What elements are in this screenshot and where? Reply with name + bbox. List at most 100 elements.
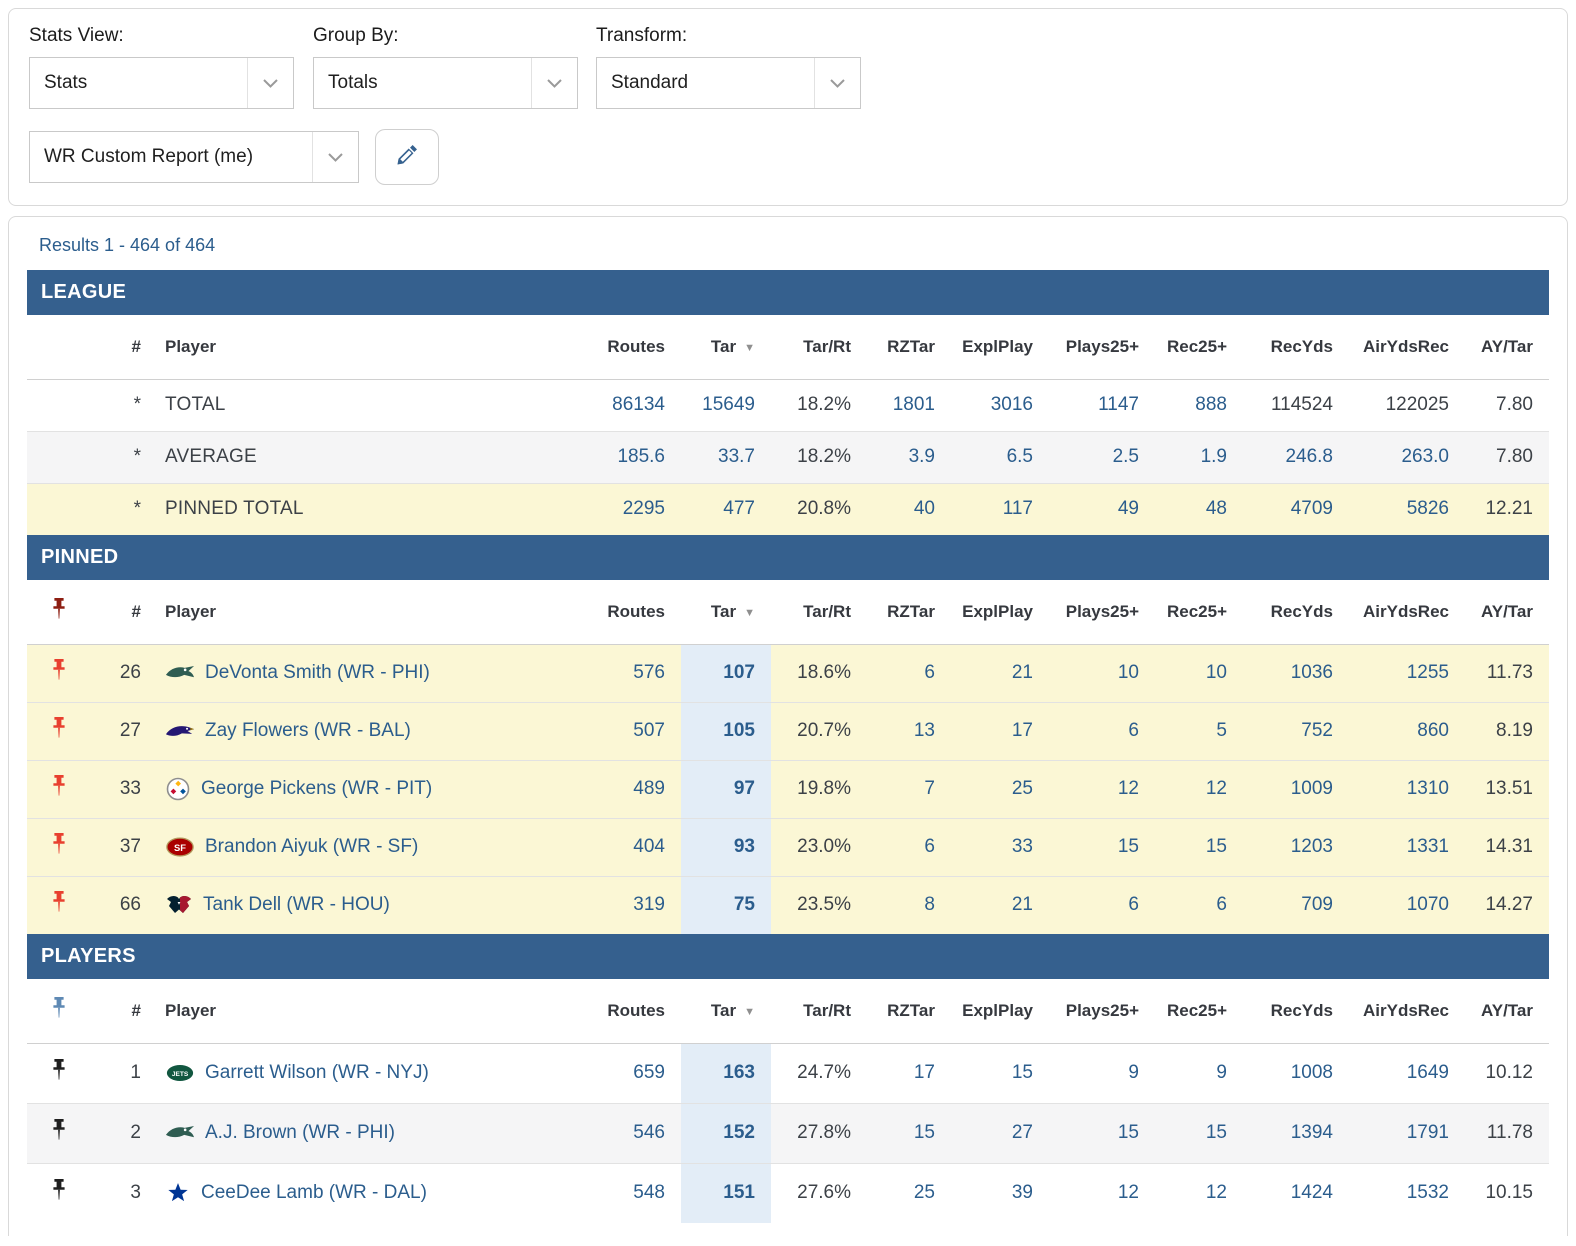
player-link[interactable]: Zay Flowers (WR - BAL) <box>205 720 411 741</box>
stat-value-link[interactable]: 15 <box>1118 836 1139 857</box>
stat-value-link[interactable]: 2295 <box>623 498 665 519</box>
stat-value-link[interactable]: 163 <box>723 1062 755 1083</box>
stat-column-header[interactable]: Rec25+ <box>1155 580 1243 644</box>
stat-value-link[interactable]: 4709 <box>1291 498 1333 519</box>
stat-value-link[interactable]: 15649 <box>702 394 755 415</box>
stat-value-link[interactable]: 12 <box>1118 778 1139 799</box>
stat-value-link[interactable]: 1394 <box>1291 1122 1333 1143</box>
stat-value-link[interactable]: 1036 <box>1291 662 1333 683</box>
stat-column-header[interactable]: Plays25+ <box>1049 580 1155 644</box>
stat-column-header[interactable]: RZTar <box>867 315 951 379</box>
report-select[interactable]: WR Custom Report (me) <box>29 131 359 183</box>
stat-value-link[interactable]: 93 <box>734 836 755 857</box>
stat-value-link[interactable]: 10 <box>1118 662 1139 683</box>
player-link[interactable]: George Pickens (WR - PIT) <box>201 778 432 799</box>
player-link[interactable]: Tank Dell (WR - HOU) <box>203 894 390 915</box>
stat-column-header[interactable]: Plays25+ <box>1049 979 1155 1043</box>
stat-value-link[interactable]: 17 <box>1012 720 1033 741</box>
stat-value-link[interactable]: 48 <box>1206 498 1227 519</box>
stat-column-header[interactable]: RecYds <box>1243 580 1349 644</box>
stat-value-link[interactable]: 1331 <box>1407 836 1449 857</box>
stat-column-header[interactable]: RecYds <box>1243 315 1349 379</box>
stat-column-header[interactable]: AirYdsRec <box>1349 979 1465 1043</box>
stat-value-link[interactable]: 1255 <box>1407 662 1449 683</box>
stat-value-link[interactable]: 263.0 <box>1401 446 1449 467</box>
stat-value-link[interactable]: 15 <box>1206 836 1227 857</box>
stat-value-link[interactable]: 1310 <box>1407 778 1449 799</box>
player-column-header[interactable]: Player <box>149 580 581 644</box>
stat-column-header[interactable]: Rec25+ <box>1155 315 1243 379</box>
player-link[interactable]: CeeDee Lamb (WR - DAL) <box>201 1182 427 1203</box>
stat-column-header[interactable]: Tar▼ <box>681 315 771 379</box>
stats-view-select[interactable]: Stats <box>29 57 294 109</box>
stat-value-link[interactable]: 21 <box>1012 662 1033 683</box>
stat-value-link[interactable]: 27 <box>1012 1122 1033 1143</box>
rank-column-header[interactable]: # <box>91 580 149 644</box>
stat-value-link[interactable]: 10 <box>1206 662 1227 683</box>
stat-value-link[interactable]: 3.9 <box>909 446 935 467</box>
pin-icon[interactable] <box>51 717 67 739</box>
stat-column-header[interactable]: AirYdsRec <box>1349 580 1465 644</box>
stat-value-link[interactable]: 6.5 <box>1007 446 1033 467</box>
stat-value-link[interactable]: 1008 <box>1291 1062 1333 1083</box>
stat-column-header[interactable]: RZTar <box>867 979 951 1043</box>
stat-value-link[interactable]: 6 <box>924 662 935 683</box>
stat-column-header[interactable]: ExplPlay <box>951 580 1049 644</box>
stat-value-link[interactable]: 2.5 <box>1113 446 1139 467</box>
player-column-header[interactable]: Player <box>149 315 581 379</box>
stat-value-link[interactable]: 8 <box>924 894 935 915</box>
stat-value-link[interactable]: 246.8 <box>1285 446 1333 467</box>
stat-value-link[interactable]: 21 <box>1012 894 1033 915</box>
stat-value-link[interactable]: 709 <box>1301 894 1333 915</box>
transform-select[interactable]: Standard <box>596 57 861 109</box>
stat-column-header[interactable]: Plays25+ <box>1049 315 1155 379</box>
stat-value-link[interactable]: 117 <box>1003 498 1033 519</box>
stat-value-link[interactable]: 546 <box>633 1122 665 1143</box>
stat-column-header[interactable]: RecYds <box>1243 979 1349 1043</box>
stat-value-link[interactable]: 1791 <box>1407 1122 1449 1143</box>
stat-column-header[interactable]: Tar/Rt <box>771 315 867 379</box>
pin-column-header[interactable] <box>27 580 91 644</box>
stat-value-link[interactable]: 1203 <box>1291 836 1333 857</box>
stat-value-link[interactable]: 1070 <box>1407 894 1449 915</box>
stat-value-link[interactable]: 5 <box>1216 720 1227 741</box>
stat-value-link[interactable]: 40 <box>914 498 935 519</box>
stat-value-link[interactable]: 888 <box>1195 394 1227 415</box>
stat-value-link[interactable]: 105 <box>723 720 755 741</box>
stat-value-link[interactable]: 1801 <box>893 394 935 415</box>
rank-column-header[interactable]: # <box>91 315 149 379</box>
stat-value-link[interactable]: 860 <box>1417 720 1449 741</box>
stat-value-link[interactable]: 548 <box>633 1182 665 1203</box>
stat-value-link[interactable]: 39 <box>1012 1182 1033 1203</box>
stat-value-link[interactable]: 15 <box>1118 1122 1139 1143</box>
stat-value-link[interactable]: 5826 <box>1407 498 1449 519</box>
stat-value-link[interactable]: 477 <box>723 498 755 519</box>
stat-value-link[interactable]: 33 <box>1012 836 1033 857</box>
stat-value-link[interactable]: 1649 <box>1407 1062 1449 1083</box>
player-link[interactable]: Brandon Aiyuk (WR - SF) <box>205 836 418 857</box>
stat-value-link[interactable]: 12 <box>1206 1182 1227 1203</box>
stat-column-header[interactable]: AirYdsRec <box>1349 315 1465 379</box>
stat-value-link[interactable]: 15 <box>1206 1122 1227 1143</box>
stat-value-link[interactable]: 9 <box>1128 1062 1139 1083</box>
stat-value-link[interactable]: 25 <box>914 1182 935 1203</box>
pin-icon[interactable] <box>51 833 67 855</box>
stat-value-link[interactable]: 1.9 <box>1201 446 1227 467</box>
stat-column-header[interactable]: AY/Tar <box>1465 979 1549 1043</box>
stat-value-link[interactable]: 6 <box>924 836 935 857</box>
pin-header-icon[interactable] <box>51 997 67 1019</box>
stat-value-link[interactable]: 1009 <box>1291 778 1333 799</box>
stat-value-link[interactable]: 507 <box>633 720 665 741</box>
stat-value-link[interactable]: 107 <box>723 662 755 683</box>
stat-value-link[interactable]: 1532 <box>1407 1182 1449 1203</box>
stat-value-link[interactable]: 404 <box>633 836 665 857</box>
stat-value-link[interactable]: 13 <box>914 720 935 741</box>
stat-value-link[interactable]: 1147 <box>1098 394 1139 415</box>
stat-column-header[interactable]: Tar▼ <box>681 580 771 644</box>
stat-column-header[interactable]: Tar▼ <box>681 979 771 1043</box>
stat-column-header[interactable]: ExplPlay <box>951 315 1049 379</box>
stat-column-header[interactable]: Routes <box>581 315 681 379</box>
stat-value-link[interactable]: 15 <box>914 1122 935 1143</box>
pin-icon[interactable] <box>51 1179 67 1201</box>
pin-icon[interactable] <box>51 775 67 797</box>
